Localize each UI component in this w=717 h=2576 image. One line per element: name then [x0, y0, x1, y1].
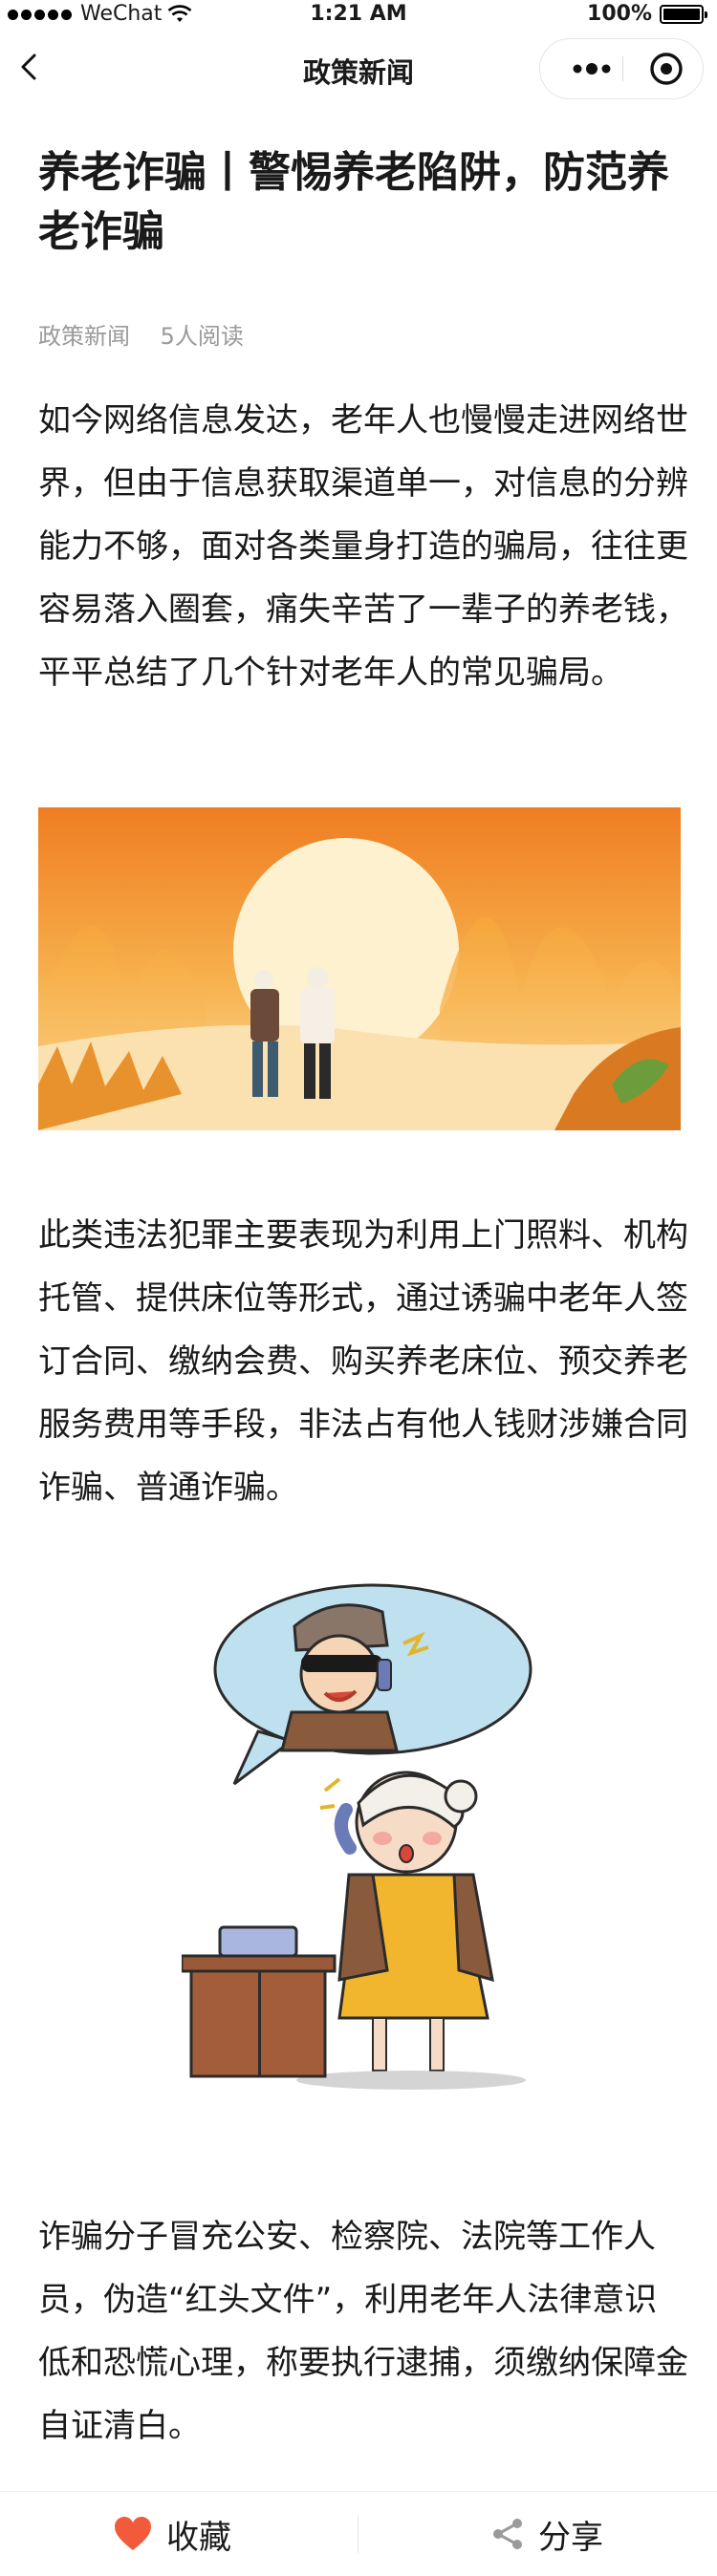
heart-icon: [115, 2517, 151, 2550]
more-icon[interactable]: [561, 39, 622, 98]
favorite-button[interactable]: 收藏: [113, 2492, 231, 2576]
favorite-label: 收藏: [166, 2518, 231, 2557]
share-label: 分享: [538, 2518, 603, 2557]
battery-percent: 100%: [587, 2, 652, 26]
elderly-couple-sunset-image: [38, 807, 681, 1130]
navigation-bar: 政策新闻: [0, 34, 717, 101]
mini-program-capsule: [539, 38, 704, 99]
bottom-action-bar: 收藏 分享: [0, 2491, 717, 2576]
phone-scam-cartoon-image: [182, 1583, 532, 2090]
share-icon: [493, 2519, 522, 2549]
read-count: 5人阅读: [160, 323, 244, 350]
article-meta: 政策新闻 5人阅读: [38, 317, 267, 351]
share-button[interactable]: 分享: [490, 2492, 603, 2576]
close-target-icon[interactable]: [636, 39, 697, 98]
article-source: 政策新闻: [38, 323, 130, 350]
article-paragraph: 如今网络信息发达，老年人也慢慢走进网络世界，但由于信息获取渠道单一，对信息的分辨…: [38, 401, 688, 692]
battery-icon: [660, 4, 707, 24]
article-title: 养老诈骗丨警惕养老陷阱，防范养老诈骗: [38, 148, 669, 256]
status-bar: WeChat 1:21 AM 100%: [0, 0, 717, 29]
article-paragraph: 诈骗分子冒充公安、检察院、法院等工作人员，伪造“红头文件”，利用老年人法律意识低…: [38, 2218, 688, 2445]
article-paragraph: 此类违法犯罪主要表现为利用上门照料、机构托管、提供床位等形式，通过诱骗中老年人签…: [38, 1216, 688, 1507]
status-right: 100%: [587, 2, 707, 26]
capsule-divider: [622, 56, 623, 81]
